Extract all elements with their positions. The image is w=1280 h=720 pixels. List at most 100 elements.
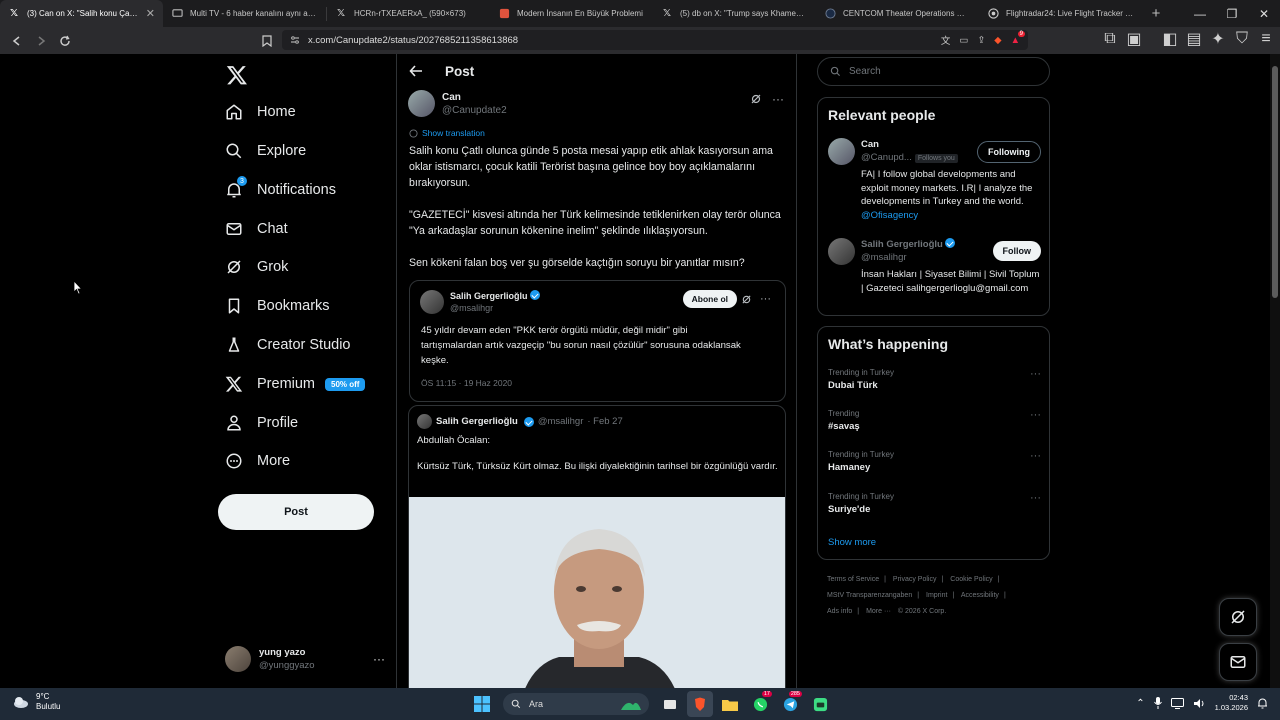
- browser-tab[interactable]: 𝕏 (3) Can on X: "Salih konu Çatlı olunca…: [0, 0, 163, 27]
- notification-bell-icon[interactable]: [1257, 697, 1268, 709]
- telegram-icon[interactable]: 285: [777, 691, 803, 717]
- more-options-icon[interactable]: ···: [760, 293, 771, 305]
- footer-link[interactable]: More ···: [866, 608, 891, 615]
- network-icon[interactable]: [1170, 697, 1184, 709]
- nav-chat[interactable]: Chat: [225, 214, 288, 244]
- close-window-icon[interactable]: ✕: [1248, 0, 1280, 27]
- post-author[interactable]: Can @Canupdate2: [408, 90, 507, 117]
- person-card[interactable]: Salih Gergerlioğlu @msalihgr Follow İnsa…: [828, 238, 1041, 295]
- vpn-icon[interactable]: ⛉: [1234, 30, 1250, 48]
- wallet-icon[interactable]: ▤: [1186, 30, 1202, 48]
- post-button[interactable]: Post: [218, 494, 374, 530]
- extensions-icon[interactable]: ⧉: [1102, 30, 1118, 48]
- person-name[interactable]: Salih Gergerlioğlu: [861, 238, 987, 251]
- nav-creator-studio[interactable]: Creator Studio: [225, 330, 351, 360]
- trend-item[interactable]: Trending in Turkey Dubai Türk ···: [828, 368, 1041, 391]
- show-more-link[interactable]: Show more: [828, 537, 876, 548]
- bookmark-page-icon[interactable]: [256, 30, 278, 52]
- author-name[interactable]: Can: [442, 91, 507, 104]
- browser-tab[interactable]: Modern İnsanın En Büyük Problemi: [490, 0, 653, 27]
- nav-profile[interactable]: Profile: [225, 408, 298, 438]
- more-options-icon[interactable]: ···: [1030, 368, 1041, 380]
- follow-button[interactable]: Follow: [992, 241, 1041, 261]
- avatar[interactable]: [417, 414, 432, 429]
- reload-icon[interactable]: [54, 30, 76, 52]
- avatar[interactable]: [828, 138, 855, 165]
- grok-float-button[interactable]: [1219, 598, 1257, 636]
- footer-link[interactable]: Imprint: [926, 592, 947, 599]
- nav-bookmarks[interactable]: Bookmarks: [225, 291, 330, 321]
- nav-grok[interactable]: Grok: [225, 252, 288, 282]
- restore-icon[interactable]: ❐: [1216, 0, 1248, 27]
- quoted-post-photo[interactable]: [409, 497, 785, 688]
- search-input[interactable]: Search: [817, 57, 1050, 86]
- person-name[interactable]: Can: [861, 138, 971, 151]
- more-options-icon[interactable]: ···: [1030, 409, 1041, 421]
- browser-tab[interactable]: 𝕏 (5) db on X: "Trump says Khamenei is: [653, 0, 816, 27]
- back-arrow-icon[interactable]: [409, 64, 423, 78]
- footer-link[interactable]: Ads info: [827, 608, 852, 615]
- browser-tab[interactable]: 𝕏 HCRn-rTXEAERxA_ (590×673): [327, 0, 490, 27]
- volume-icon[interactable]: [1193, 698, 1206, 709]
- messages-float-button[interactable]: [1219, 643, 1257, 681]
- share-icon[interactable]: ⇪: [977, 35, 985, 46]
- rewards-icon[interactable]: ▲ 9: [1011, 30, 1025, 46]
- footer-link[interactable]: Privacy Policy: [893, 576, 937, 583]
- tab-search-icon[interactable]: ▣: [1126, 30, 1142, 48]
- subscribe-button[interactable]: Abone ol: [682, 290, 737, 308]
- avatar[interactable]: [408, 90, 435, 117]
- quoted-author-name[interactable]: Salih Gergerlioğlu: [450, 291, 528, 301]
- whatsapp-icon[interactable]: 17: [747, 691, 773, 717]
- avatar[interactable]: [420, 290, 444, 314]
- taskbar-search[interactable]: Ara: [503, 693, 649, 715]
- show-translation-link[interactable]: Show translation: [409, 128, 485, 138]
- site-info-icon[interactable]: [290, 35, 300, 45]
- footer-link[interactable]: Terms of Service: [827, 576, 879, 583]
- quoted-author-name[interactable]: Salih Gergerlioğlu: [436, 416, 518, 427]
- x-logo-icon[interactable]: [226, 64, 248, 86]
- bio-link[interactable]: @Ofisagency: [861, 210, 918, 221]
- following-button[interactable]: Following: [977, 141, 1041, 163]
- footer-link[interactable]: Accessibility: [961, 592, 999, 599]
- browser-tab[interactable]: CENTCOM Theater Operations Map: [816, 0, 979, 27]
- nav-explore[interactable]: Explore: [225, 136, 306, 166]
- browser-tab[interactable]: Flightradar24: Live Flight Tracker - Re: [979, 0, 1142, 27]
- cast-icon[interactable]: ▭: [959, 35, 968, 46]
- quoted-post[interactable]: Salih Gergerlioğlu @msalihgr Abone ol ··…: [409, 280, 786, 402]
- nav-more[interactable]: More: [225, 446, 290, 476]
- account-switcher[interactable]: yung yazo @yunggyazo ···: [225, 642, 385, 676]
- android-app-icon[interactable]: [807, 691, 833, 717]
- account-menu-icon[interactable]: ···: [373, 652, 385, 666]
- file-explorer-icon[interactable]: [717, 691, 743, 717]
- avatar[interactable]: [828, 238, 855, 265]
- browser-tab[interactable]: Multi TV - 6 haber kanalını aynı anda: [163, 0, 326, 27]
- windows-start-icon[interactable]: [469, 691, 495, 717]
- microphone-icon[interactable]: [1153, 697, 1162, 709]
- more-options-icon[interactable]: ···: [772, 92, 784, 106]
- close-icon[interactable]: ✕: [146, 7, 155, 20]
- quoted-post[interactable]: Salih Gergerlioğlu @msalihgr · Feb 27 Ab…: [408, 405, 786, 688]
- person-card[interactable]: Can @Canupd... Follows you Following FA| …: [828, 138, 1041, 222]
- scrollbar-thumb[interactable]: [1272, 66, 1278, 298]
- trend-item[interactable]: Trending in Turkey Suriye'de ···: [828, 492, 1041, 515]
- trend-item[interactable]: Trending #savaş ···: [828, 409, 1041, 432]
- translate-icon[interactable]: 文: [941, 33, 951, 47]
- brave-browser-icon[interactable]: [687, 691, 713, 717]
- nav-premium[interactable]: Premium 50% off: [225, 369, 366, 399]
- address-bar[interactable]: x.com/Canupdate2/status/2027685211358613…: [282, 30, 1028, 50]
- task-view-icon[interactable]: [657, 691, 683, 717]
- nav-notifications[interactable]: 3 Notifications: [225, 175, 336, 205]
- quoted-post-date[interactable]: ÖS 11:15 · 19 Haz 2020: [421, 378, 512, 388]
- grok-icon[interactable]: [750, 93, 762, 105]
- weather-widget[interactable]: 9°C Bulutlu: [12, 692, 60, 712]
- back-icon[interactable]: [6, 30, 28, 52]
- footer-link[interactable]: MStV Transparenzangaben: [827, 592, 912, 599]
- menu-icon[interactable]: ≡: [1258, 30, 1274, 48]
- more-options-icon[interactable]: ···: [1030, 492, 1041, 504]
- leo-ai-icon[interactable]: ✦: [1210, 30, 1226, 48]
- nav-home[interactable]: Home: [225, 97, 296, 127]
- brave-shield-icon[interactable]: ◆: [994, 35, 1001, 46]
- chevron-up-icon[interactable]: ⌃: [1136, 698, 1144, 709]
- author-handle[interactable]: @Canupdate2: [442, 105, 507, 116]
- minimize-icon[interactable]: —: [1184, 0, 1216, 27]
